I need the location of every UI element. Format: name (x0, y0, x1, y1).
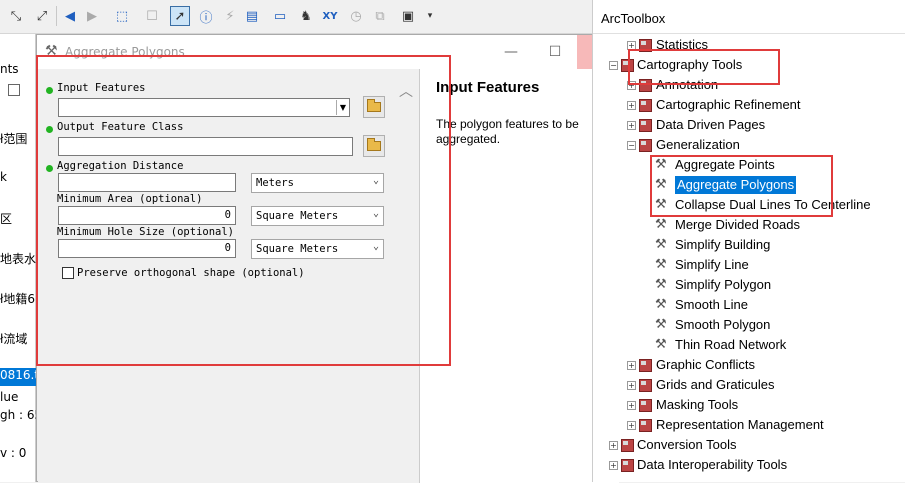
time-slider-icon[interactable]: ◷ (346, 6, 366, 26)
expand-icon[interactable]: + (627, 361, 636, 370)
toolbox-icon (639, 359, 652, 372)
tree-item-tool[interactable]: Smooth Line (675, 296, 748, 314)
find-icon[interactable]: ♞ (296, 6, 316, 26)
measure-icon[interactable]: ▭ (270, 6, 290, 26)
hammer-tool-icon: ⚒ (655, 217, 667, 232)
highlight-box-cartography-tools (628, 49, 780, 85)
toc-item[interactable]: ł范围 (0, 130, 36, 147)
toc-item[interactable]: ł地籍6 (0, 290, 36, 307)
collapse-icon[interactable]: − (627, 141, 636, 150)
toolbox-icon (639, 99, 652, 112)
toc-item[interactable]: nts (0, 62, 36, 76)
arctoolbox-title: ArcToolbox (601, 11, 666, 26)
toc-item: lue (0, 390, 19, 404)
tree-item-toolset[interactable]: Masking Tools (656, 396, 738, 414)
tree-item-tool[interactable]: Thin Road Network (675, 336, 786, 354)
tree-item-toolset[interactable]: Generalization (656, 136, 740, 154)
toc-item[interactable]: 区 (0, 210, 36, 227)
fixed-zoom-in-icon[interactable]: ⤢ (32, 6, 52, 26)
expand-icon[interactable]: + (627, 381, 636, 390)
tree-item-tool[interactable]: Simplify Building (675, 236, 770, 254)
collapse-icon[interactable]: − (609, 61, 618, 70)
viewer-window-icon[interactable]: ⧉ (370, 6, 390, 26)
expand-icon[interactable]: + (627, 421, 636, 430)
highlight-box-dialog (36, 55, 451, 366)
help-title: Input Features (436, 79, 540, 96)
toc-item[interactable]: k (0, 170, 36, 184)
tree-item-toolbox[interactable]: Conversion Tools (637, 436, 736, 454)
hyperlink-icon[interactable]: ⚡ (220, 6, 240, 26)
back-arrow-icon[interactable]: ◀ (60, 6, 80, 26)
tree-item-toolset[interactable]: Graphic Conflicts (656, 356, 755, 374)
clear-selection-icon[interactable]: ☐ (142, 6, 162, 26)
hammer-tool-icon: ⚒ (655, 337, 667, 352)
toolbox-icon (639, 119, 652, 132)
maximize-button[interactable]: ☐ (533, 35, 577, 69)
toc-item: gh : 65 (0, 408, 36, 422)
toolbox-icon (621, 459, 634, 472)
toc-item: v : 0 (0, 446, 27, 460)
create-viewer-icon[interactable]: ▣ (398, 6, 418, 26)
html-popup-icon[interactable]: ▤ (242, 6, 262, 26)
select-elements-icon[interactable]: ➚ (170, 6, 190, 26)
tree-item-tool[interactable]: Simplify Polygon (675, 276, 771, 294)
select-features-icon[interactable]: ⬚ (112, 6, 132, 26)
hammer-tool-icon: ⚒ (655, 317, 667, 332)
toolbar-separator (56, 6, 57, 26)
tree-item-tool[interactable]: Smooth Polygon (675, 316, 770, 334)
hammer-tool-icon: ⚒ (655, 257, 667, 272)
toc-item[interactable]: ł流域 (0, 330, 36, 347)
main-toolbar: ⤡ ⤢ ◀ ▶ ⬚ ☐ ➚ ⓘ ⚡ ▤ ▭ ♞ XY ◷ ⧉ ▣ ▾ (0, 0, 592, 34)
toolbar-overflow-icon[interactable]: ▾ (420, 6, 440, 26)
tree-item-toolset[interactable]: Data Driven Pages (656, 116, 765, 134)
hammer-tool-icon: ⚒ (655, 277, 667, 292)
highlight-box-aggregate-tools (650, 155, 833, 217)
expand-icon[interactable]: + (609, 441, 618, 450)
tree-item-toolset[interactable]: Grids and Graticules (656, 376, 775, 394)
minimize-button[interactable]: — (489, 35, 533, 69)
hammer-tool-icon: ⚒ (655, 297, 667, 312)
table-of-contents: nts ł范围 k 区 地表水 ł地籍6 ł流域 0816.ti lue gh … (0, 34, 36, 482)
tree-item-tool[interactable]: Merge Divided Roads (675, 216, 800, 234)
forward-arrow-icon[interactable]: ▶ (82, 6, 102, 26)
expand-icon[interactable]: + (627, 401, 636, 410)
toolbox-icon (639, 139, 652, 152)
expand-icon[interactable]: + (627, 121, 636, 130)
tree-item-toolset[interactable]: Representation Management (656, 416, 824, 434)
toolbox-icon (639, 399, 652, 412)
list-by-drawing-order-icon[interactable] (8, 84, 20, 96)
tree-item-toolbox[interactable]: Data Interoperability Tools (637, 456, 787, 474)
tree-item-tool[interactable]: Simplify Line (675, 256, 749, 274)
toolbox-icon (639, 379, 652, 392)
toc-item-selected[interactable]: 0816.ti (0, 368, 36, 386)
expand-icon[interactable]: + (627, 101, 636, 110)
toolbox-icon (639, 419, 652, 432)
expand-icon[interactable]: + (609, 461, 618, 470)
hammer-tool-icon: ⚒ (655, 237, 667, 252)
toolbox-icon (621, 439, 634, 452)
toc-item[interactable]: 地表水 (0, 250, 36, 267)
tree-item-toolset[interactable]: Cartographic Refinement (656, 96, 801, 114)
help-text: The polygon features to be aggregated. (436, 117, 579, 146)
arctoolbox-titlebar: ArcToolbox (593, 0, 905, 34)
xy-icon[interactable]: XY (320, 6, 340, 26)
identify-icon[interactable]: ⓘ (196, 6, 216, 26)
full-extent-icon[interactable]: ⤡ (6, 6, 26, 26)
